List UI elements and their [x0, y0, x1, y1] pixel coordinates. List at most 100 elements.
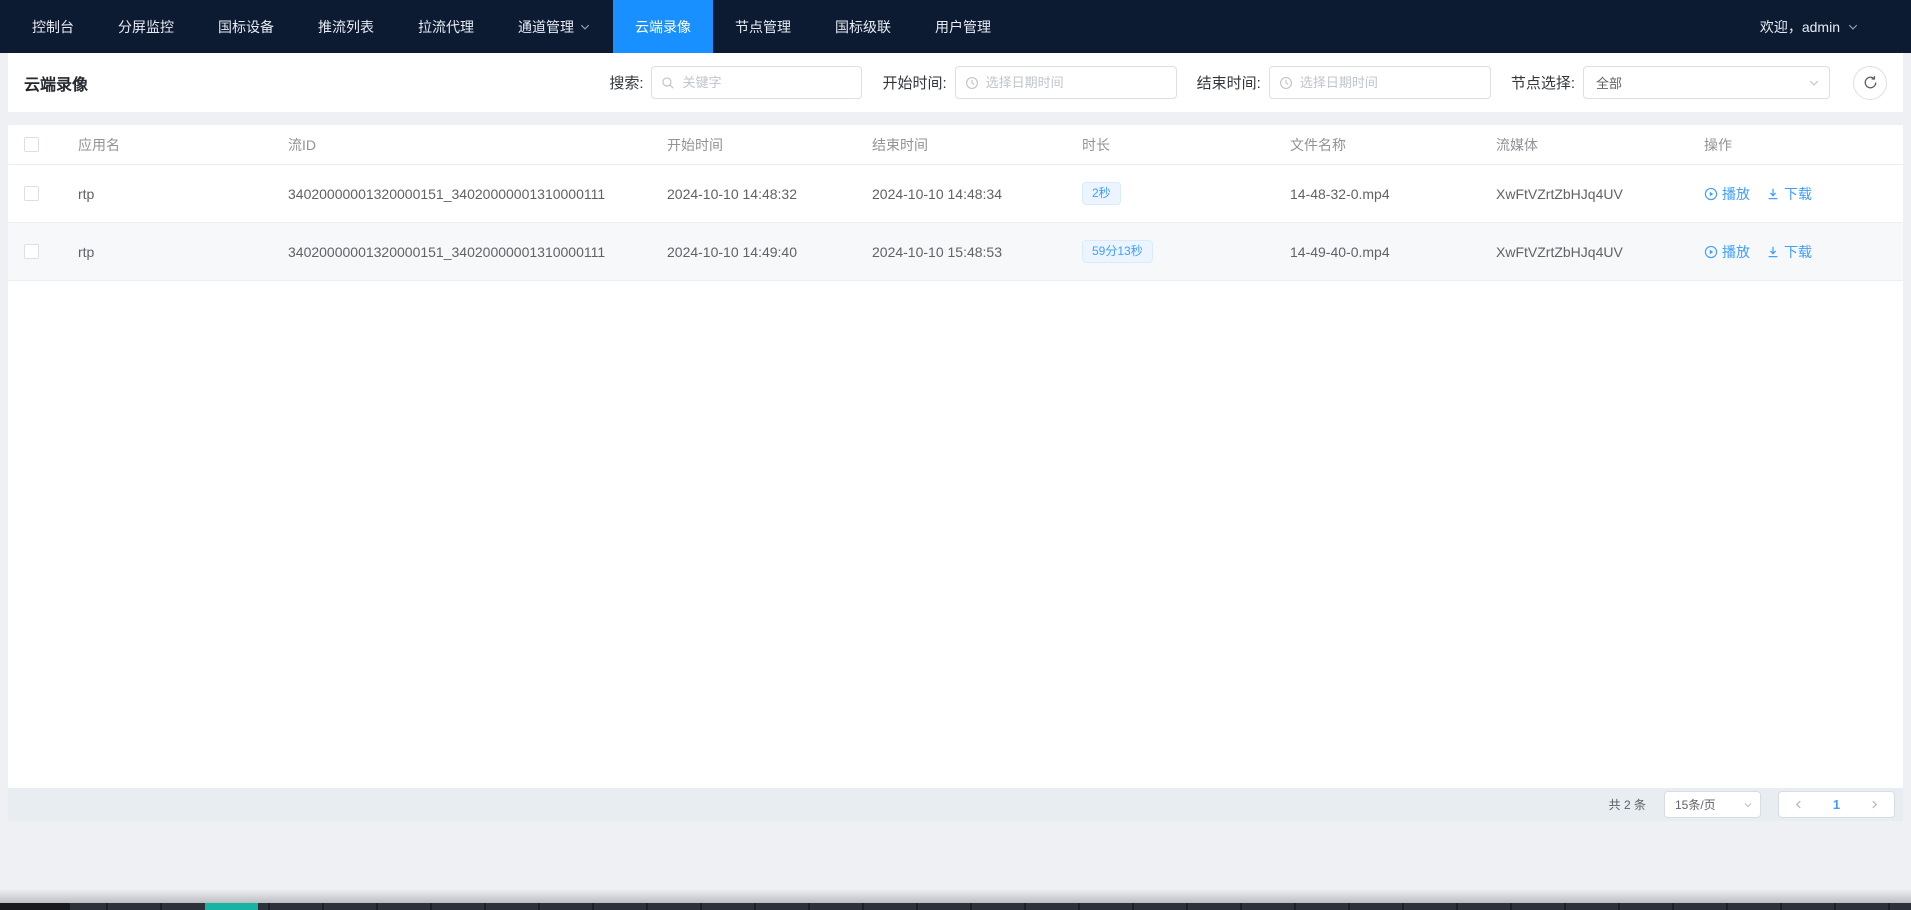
- cell-stream-id: 34020000001320000151_3402000000131000011…: [288, 244, 667, 260]
- row-select-cell: [8, 186, 78, 201]
- nav-tab-pull-proxy[interactable]: 拉流代理: [396, 0, 496, 53]
- column-header-media-server: 流媒体: [1496, 135, 1704, 155]
- column-header-end-time: 结束时间: [872, 135, 1082, 155]
- prev-page-icon[interactable]: [1793, 799, 1804, 810]
- nav-tab-push-streams[interactable]: 推流列表: [296, 0, 396, 53]
- nav-tab-label: 通道管理: [518, 17, 574, 37]
- cell-actions: 播放 下载: [1704, 184, 1903, 204]
- nav-tab-label: 推流列表: [318, 17, 374, 37]
- nav-tab-label: 云端录像: [635, 17, 691, 37]
- cell-end-time: 2024-10-10 15:48:53: [872, 244, 1082, 260]
- row-select-cell: [8, 244, 78, 259]
- cell-start-time: 2024-10-10 14:48:32: [667, 186, 872, 202]
- end-time-input-wrap: [1269, 66, 1491, 99]
- page-size-value: 15条/页: [1675, 796, 1716, 813]
- cell-duration: 2秒: [1082, 182, 1290, 206]
- nav-tab-node-mgmt[interactable]: 节点管理: [713, 0, 813, 53]
- play-circle-icon: [1704, 245, 1718, 259]
- start-time-input-wrap: [955, 66, 1177, 99]
- cell-stream-id: 34020000001320000151_3402000000131000011…: [288, 186, 667, 202]
- page-size-select[interactable]: 15条/页: [1664, 791, 1761, 818]
- column-header-start-time: 开始时间: [667, 135, 872, 155]
- cell-end-time: 2024-10-10 14:48:34: [872, 186, 1082, 202]
- table-header-row: 应用名 流ID 开始时间 结束时间 时长 文件名称 流媒体 操作: [8, 125, 1903, 165]
- next-page-icon[interactable]: [1869, 799, 1880, 810]
- cell-file-name: 14-48-32-0.mp4: [1290, 186, 1496, 202]
- table-row: rtp 34020000001320000151_340200000013100…: [8, 165, 1903, 223]
- chevron-down-icon: [1743, 800, 1753, 810]
- welcome-user-label: 欢迎，admin: [1760, 17, 1840, 37]
- clock-icon: [965, 76, 979, 90]
- chevron-down-icon: [1847, 21, 1859, 33]
- start-time-label: 开始时间:: [882, 72, 946, 93]
- cell-actions: 播放 下载: [1704, 242, 1903, 262]
- end-time-label: 结束时间:: [1197, 72, 1261, 93]
- node-select[interactable]: 全部: [1583, 66, 1830, 99]
- nav-tab-gb-cascade[interactable]: 国标级联: [813, 0, 913, 53]
- cell-app-name: rtp: [78, 244, 288, 260]
- table-row: rtp 34020000001320000151_340200000013100…: [8, 223, 1903, 281]
- node-select-value: 全部: [1596, 73, 1622, 92]
- nav-tab-channel-mgmt[interactable]: 通道管理: [496, 0, 613, 53]
- filters: 搜索: 开始时间: 结束时间: 节点选择: 全部: [589, 66, 1887, 100]
- pagination-bar: 共 2 条 15条/页 1: [8, 788, 1903, 821]
- screen: 控制台 分屏监控 国标设备 推流列表 拉流代理 通道管理 云端录像 节点管理 国…: [0, 0, 1911, 910]
- nav-tab-label: 国标设备: [218, 17, 274, 37]
- row-checkbox[interactable]: [24, 244, 39, 259]
- start-time-input[interactable]: [956, 67, 1176, 98]
- taskbar-active-segment: [205, 903, 258, 910]
- top-navbar: 控制台 分屏监控 国标设备 推流列表 拉流代理 通道管理 云端录像 节点管理 国…: [0, 0, 1911, 53]
- search-icon: [661, 76, 675, 90]
- nav-tab-user-mgmt[interactable]: 用户管理: [913, 0, 1013, 53]
- nav-tab-label: 节点管理: [735, 17, 791, 37]
- clock-icon: [1279, 76, 1293, 90]
- duration-badge: 2秒: [1082, 182, 1121, 206]
- nav-tab-label: 用户管理: [935, 17, 991, 37]
- chevron-down-icon: [1808, 77, 1820, 89]
- pager: 1: [1778, 791, 1895, 818]
- download-link[interactable]: 下载: [1766, 242, 1812, 262]
- play-label: 播放: [1722, 184, 1750, 204]
- cell-file-name: 14-49-40-0.mp4: [1290, 244, 1496, 260]
- chevron-down-icon: [579, 21, 591, 33]
- header-select-all-cell: [8, 137, 78, 152]
- cell-media-server: XwFtVZrtZbHJq4UV: [1496, 186, 1704, 202]
- play-label: 播放: [1722, 242, 1750, 262]
- search-input-wrap: [651, 66, 862, 99]
- nav-tab-label: 控制台: [32, 17, 74, 37]
- node-select-label: 节点选择:: [1511, 72, 1575, 93]
- refresh-button[interactable]: [1853, 66, 1887, 100]
- download-link[interactable]: 下载: [1766, 184, 1812, 204]
- column-header-duration: 时长: [1082, 135, 1290, 155]
- cell-media-server: XwFtVZrtZbHJq4UV: [1496, 244, 1704, 260]
- nav-tab-split-monitor[interactable]: 分屏监控: [96, 0, 196, 53]
- os-taskbar-strip[interactable]: [0, 903, 1911, 910]
- column-header-stream-id: 流ID: [288, 135, 667, 155]
- play-circle-icon: [1704, 187, 1718, 201]
- play-link[interactable]: 播放: [1704, 242, 1750, 262]
- search-label: 搜索:: [609, 72, 643, 93]
- current-page-number[interactable]: 1: [1833, 797, 1840, 812]
- cell-start-time: 2024-10-10 14:49:40: [667, 244, 872, 260]
- nav-tab-label: 拉流代理: [418, 17, 474, 37]
- download-icon: [1766, 187, 1780, 201]
- download-label: 下载: [1784, 184, 1812, 204]
- nav-tab-label: 国标级联: [835, 17, 891, 37]
- nav-tab-cloud-recordings[interactable]: 云端录像: [613, 0, 713, 53]
- nav-tabs: 控制台 分屏监控 国标设备 推流列表 拉流代理 通道管理 云端录像 节点管理 国…: [0, 0, 1013, 53]
- taskbar-left-segment: [0, 903, 70, 910]
- total-count-label: 共 2 条: [1609, 796, 1646, 813]
- search-input[interactable]: [652, 67, 861, 98]
- user-menu[interactable]: 欢迎，admin: [1760, 0, 1859, 53]
- duration-badge: 59分13秒: [1082, 240, 1153, 264]
- download-label: 下载: [1784, 242, 1812, 262]
- select-all-checkbox[interactable]: [24, 137, 39, 152]
- nav-tab-label: 分屏监控: [118, 17, 174, 37]
- refresh-icon: [1863, 75, 1878, 90]
- row-checkbox[interactable]: [24, 186, 39, 201]
- filter-toolbar: 云端录像 搜索: 开始时间: 结束时间: 节点选择: 全部: [8, 53, 1903, 112]
- end-time-input[interactable]: [1270, 67, 1490, 98]
- play-link[interactable]: 播放: [1704, 184, 1750, 204]
- nav-tab-console[interactable]: 控制台: [10, 0, 96, 53]
- nav-tab-gb-devices[interactable]: 国标设备: [196, 0, 296, 53]
